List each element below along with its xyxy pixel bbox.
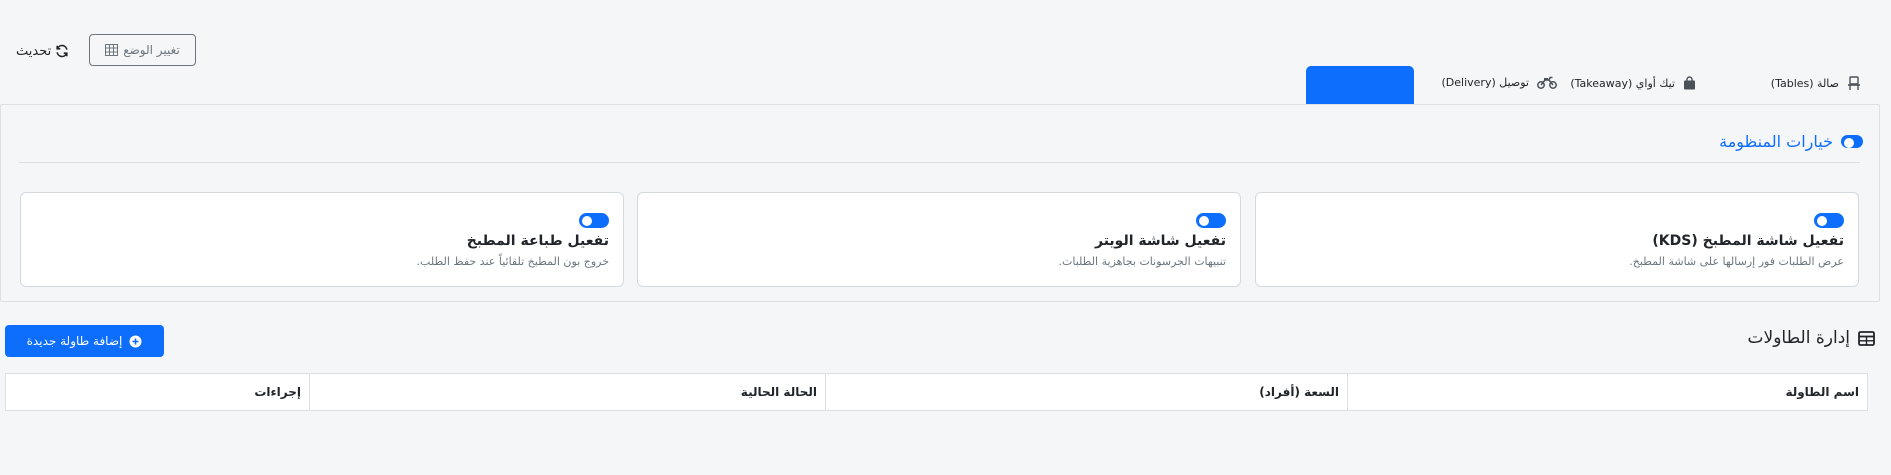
column-header-name[interactable]: اسم الطاولة <box>1347 374 1867 410</box>
setting-card-printer: تفعيل طباعة المطبخ خروج بون المطبخ تلقائ… <box>20 192 624 287</box>
grid-icon <box>105 44 119 56</box>
tables-section-title: إدارة الطاولات <box>1748 328 1875 348</box>
column-header-actions: إجراءات <box>254 385 301 399</box>
printer-toggle[interactable] <box>579 213 609 228</box>
add-table-button[interactable]: إضافة طاولة جديدة <box>5 325 164 357</box>
tab-tables-label: صالة (Tables) <box>1770 77 1839 90</box>
settings-toggle-icon <box>1841 135 1863 148</box>
chair-icon <box>1847 76 1861 91</box>
waiter-toggle[interactable] <box>1196 213 1226 228</box>
shopping-bag-icon <box>1683 76 1696 90</box>
printer-description: خروج بون المطبخ تلقائياً عند حفظ الطلب. <box>416 255 609 268</box>
change-mode-button[interactable]: تغيير الوضع <box>89 34 196 66</box>
kds-description: عرض الطلبات فور إرسالها على شاشة المطبخ. <box>1629 255 1844 268</box>
kds-toggle[interactable] <box>1814 213 1844 228</box>
column-header-capacity[interactable]: السعة (أفراد) <box>825 374 1347 410</box>
tab-delivery-label: توصيل (Delivery) <box>1441 76 1530 89</box>
refresh-button[interactable]: تحديث <box>16 38 69 64</box>
column-header-status[interactable]: الحالة الحالية <box>309 374 825 410</box>
table-icon <box>1858 330 1875 346</box>
setting-card-kds: تفعيل شاشة المطبخ (KDS) عرض الطلبات فور … <box>1255 192 1859 287</box>
waiter-title: تفعيل شاشة الويتر <box>1095 233 1226 249</box>
refresh-icon <box>55 44 69 58</box>
waiter-description: تنبيهات الجرسونات بجاهزية الطلبات. <box>1058 255 1226 268</box>
settings-title: خيارات المنظومة <box>1719 132 1833 151</box>
tab-takeaway[interactable]: تيك أواي (Takeaway) <box>1570 76 1696 90</box>
printer-title: تفعيل طباعة المطبخ <box>466 233 609 249</box>
plus-circle-icon <box>129 335 142 348</box>
tables-title-text: إدارة الطاولات <box>1747 328 1850 348</box>
tab-tables[interactable]: صالة (Tables) <box>1771 76 1861 91</box>
settings-divider <box>19 162 1860 163</box>
tab-delivery[interactable]: توصيل (Delivery) <box>1442 76 1558 89</box>
motorcycle-icon <box>1537 76 1557 89</box>
settings-header: خيارات المنظومة <box>1719 132 1863 151</box>
tab-takeaway-label: تيك أواي (Takeaway) <box>1570 76 1675 90</box>
tab-active-empty[interactable] <box>1306 66 1414 104</box>
setting-card-waiter: تفعيل شاشة الويتر تنبيهات الجرسونات بجاه… <box>637 192 1241 287</box>
refresh-label: تحديث <box>16 43 52 59</box>
change-mode-label: تغيير الوضع <box>123 43 180 57</box>
kds-title: تفعيل شاشة المطبخ (KDS) <box>1652 233 1844 249</box>
tables-grid: اسم الطاولة السعة (أفراد) الحالة الحالية… <box>5 373 1868 411</box>
add-table-label: إضافة طاولة جديدة <box>26 334 123 348</box>
